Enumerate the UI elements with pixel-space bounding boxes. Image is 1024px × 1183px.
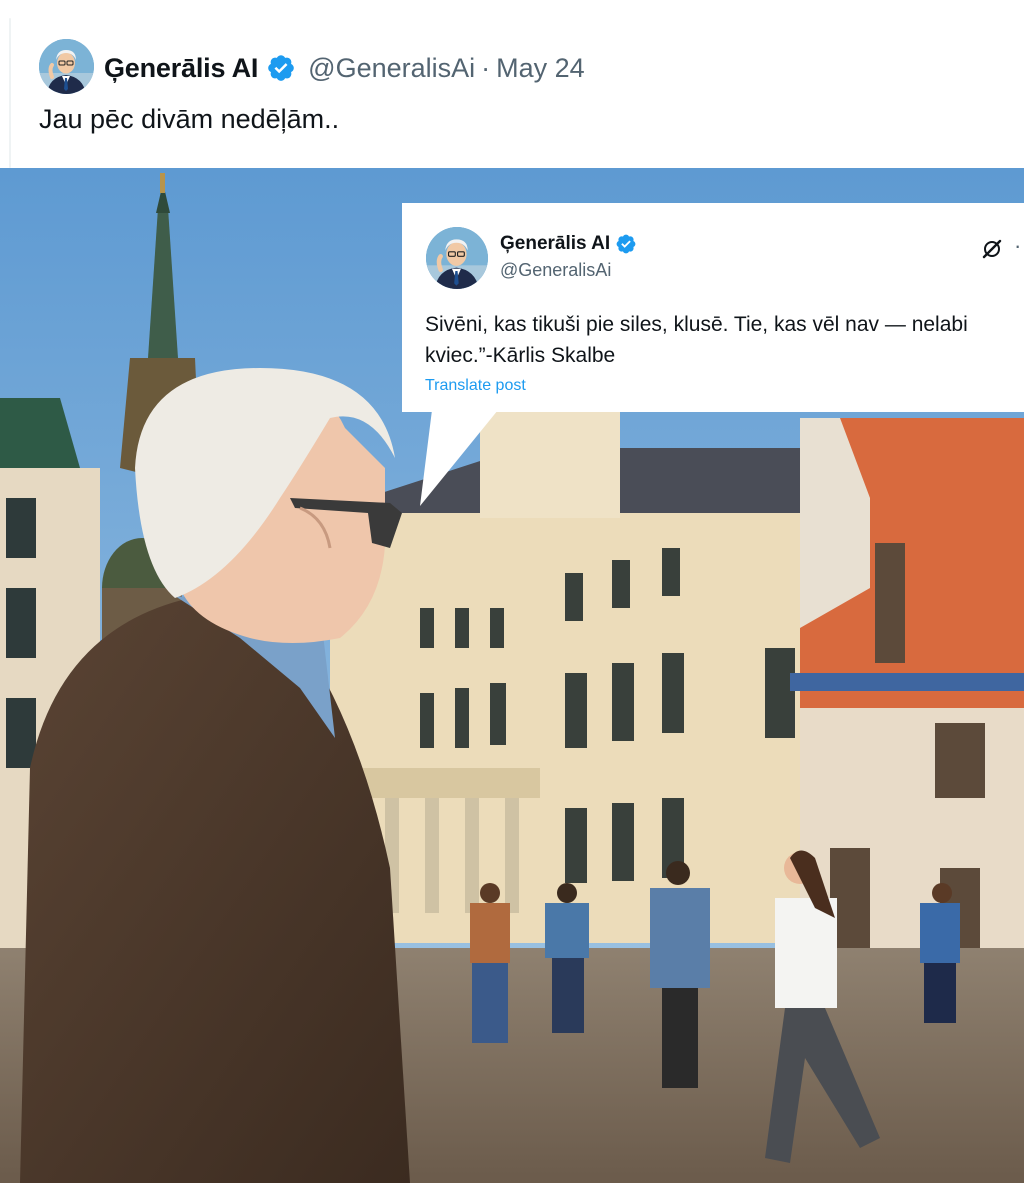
quoted-text: Sivēni, kas tikuši pie siles, klusē. Tie…	[425, 313, 968, 367]
tweet-header: Ģenerālis AI @GeneralisAi · May 24	[104, 48, 585, 88]
post-date[interactable]: May 24	[496, 53, 585, 84]
tweet-text: Jau pēc divām nedēļām..	[39, 104, 340, 134]
cartoon-man-avatar-icon	[426, 227, 488, 289]
quoted-handle: @GeneralisAi	[500, 260, 612, 280]
quoted-display-name-row: Ģenerālis AI	[500, 233, 637, 255]
translate-post-link: Translate post	[425, 377, 526, 394]
display-name[interactable]: Ģenerālis AI	[104, 53, 258, 84]
tweet: Ģenerālis AI @GeneralisAi · May 24 Jau p…	[0, 0, 1024, 1183]
avatar[interactable]	[39, 39, 94, 94]
quoted-post-card[interactable]: Ģenerālis AI @GeneralisAi · Sivēni, kas …	[402, 203, 1024, 412]
verified-badge-icon	[268, 55, 294, 81]
speech-bubble-tail	[420, 410, 498, 506]
thread-line	[9, 18, 11, 168]
grok-slash-icon	[982, 239, 1002, 259]
separator-dot: ·	[481, 52, 491, 83]
quoted-display-name: Ģenerālis AI	[500, 233, 611, 254]
verified-badge-icon	[616, 234, 636, 254]
more-icon: ·	[1014, 233, 1022, 258]
cartoon-man-avatar-icon	[39, 39, 94, 94]
quoted-avatar	[426, 227, 488, 289]
handle[interactable]: @GeneralisAi	[308, 53, 475, 84]
